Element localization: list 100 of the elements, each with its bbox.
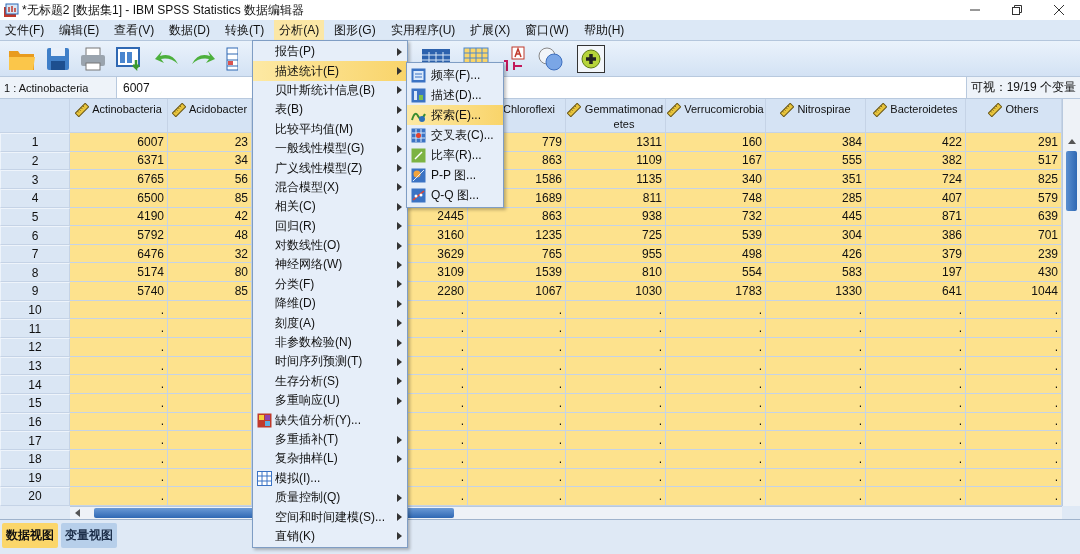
table-cell[interactable]: . xyxy=(566,431,666,450)
table-cell[interactable]: . xyxy=(766,487,866,506)
table-cell[interactable]: 304 xyxy=(766,226,866,245)
row-number[interactable]: 8 xyxy=(0,263,70,283)
table-cell[interactable]: 197 xyxy=(866,263,966,283)
table-cell[interactable]: 825 xyxy=(966,170,1062,189)
menu-item[interactable]: 降维(D) xyxy=(253,294,407,314)
row-number[interactable]: 9 xyxy=(0,282,70,301)
table-cell[interactable]: 583 xyxy=(766,263,866,283)
table-cell[interactable]: 5740 xyxy=(70,282,168,301)
menu-item[interactable]: 多重响应(U) xyxy=(253,391,407,411)
menu-item[interactable]: 刻度(A) xyxy=(253,313,407,333)
row-number[interactable]: 14 xyxy=(0,375,70,394)
row-number[interactable]: 20 xyxy=(0,487,70,506)
table-cell[interactable]: . xyxy=(70,375,168,394)
circles-icon[interactable] xyxy=(537,45,565,72)
print-icon[interactable] xyxy=(80,45,106,72)
table-cell[interactable]: . xyxy=(566,338,666,357)
table-cell[interactable]: 1311 xyxy=(566,133,666,152)
table-cell[interactable]: . xyxy=(966,487,1062,506)
column-header[interactable]: Others xyxy=(966,99,1062,133)
table-cell[interactable]: 85 xyxy=(168,282,252,301)
close-icon[interactable] xyxy=(1053,4,1065,16)
menu-item[interactable]: 数据(D) xyxy=(164,20,215,40)
table-cell[interactable]: 384 xyxy=(766,133,866,152)
table-cell[interactable]: 724 xyxy=(866,170,966,189)
row-number[interactable]: 17 xyxy=(0,431,70,450)
table-cell[interactable]: 386 xyxy=(866,226,966,245)
table-cell[interactable]: 48 xyxy=(168,226,252,245)
menu-item[interactable]: 比较平均值(M) xyxy=(253,119,407,139)
menu-item[interactable]: 生存分析(S) xyxy=(253,371,407,392)
table-cell[interactable]: 810 xyxy=(566,263,666,283)
menu-item[interactable]: 转换(T) xyxy=(220,20,270,40)
row-number[interactable]: 3 xyxy=(0,170,70,189)
table-cell[interactable]: 539 xyxy=(666,226,766,245)
table-cell[interactable]: 430 xyxy=(966,263,1062,283)
table-cell[interactable]: . xyxy=(468,487,566,506)
column-header[interactable]: Gemmatimonadetes xyxy=(566,99,666,133)
column-header[interactable]: Acidobacter xyxy=(168,99,252,133)
menu-item[interactable]: 扩展(X) xyxy=(465,20,516,40)
table-cell[interactable]: 422 xyxy=(866,133,966,152)
menu-item[interactable]: 相关(C) xyxy=(253,197,407,217)
table-cell[interactable]: 5174 xyxy=(70,263,168,283)
menu-item[interactable]: 分析(A) xyxy=(274,20,325,40)
table-cell[interactable]: . xyxy=(666,487,766,506)
menu-item[interactable]: 复杂抽样(L) xyxy=(253,449,407,469)
menu-item[interactable]: 描述统计(E) xyxy=(253,61,407,81)
table-cell[interactable]: . xyxy=(468,319,566,339)
add-button[interactable] xyxy=(577,44,605,73)
table-cell[interactable]: 1030 xyxy=(566,282,666,301)
menu-item[interactable]: 探索(E)... xyxy=(407,105,503,125)
menu-item[interactable]: 实用程序(U) xyxy=(385,20,461,40)
menu-item[interactable]: 分类(F) xyxy=(253,274,407,295)
row-number[interactable]: 12 xyxy=(0,338,70,357)
menu-item[interactable]: 对数线性(O) xyxy=(253,235,407,256)
table-cell[interactable] xyxy=(168,487,252,506)
table-cell[interactable]: 6765 xyxy=(70,170,168,189)
table-cell[interactable]: . xyxy=(866,375,966,394)
menu-item[interactable]: 非参数检验(N) xyxy=(253,332,407,353)
menu-item[interactable]: 编辑(E) xyxy=(54,20,105,40)
menu-item[interactable]: 直销(K) xyxy=(253,526,407,547)
column-header[interactable]: Verrucomicrobia xyxy=(666,99,766,133)
table-cell[interactable]: . xyxy=(566,375,666,394)
table-cell[interactable]: . xyxy=(70,319,168,339)
table-cell[interactable]: . xyxy=(966,375,1062,394)
menu-item[interactable]: 回归(R) xyxy=(253,216,407,236)
view-tab[interactable]: 变量视图 xyxy=(61,522,117,548)
table-cell[interactable]: . xyxy=(70,487,168,506)
table-cell[interactable]: 725 xyxy=(566,226,666,245)
row-number[interactable]: 11 xyxy=(0,319,70,339)
menu-item[interactable]: 混合模型(X) xyxy=(253,177,407,198)
table-cell[interactable]: . xyxy=(866,431,966,450)
table-cell[interactable]: 351 xyxy=(766,170,866,189)
scroll-left-icon[interactable] xyxy=(74,508,82,517)
table-cell[interactable]: . xyxy=(766,375,866,394)
table-cell[interactable]: 1067 xyxy=(468,282,566,301)
table-cell[interactable]: . xyxy=(966,431,1062,450)
table-cell[interactable]: 1235 xyxy=(468,226,566,245)
table-cell[interactable]: . xyxy=(766,431,866,450)
table-cell[interactable]: . xyxy=(766,319,866,339)
menu-item[interactable]: 广义线性模型(Z) xyxy=(253,158,407,178)
menu-item[interactable]: 多重插补(T) xyxy=(253,429,407,450)
table-cell[interactable]: . xyxy=(566,487,666,506)
table-cell[interactable]: 23 xyxy=(168,133,252,152)
table-cell[interactable]: . xyxy=(666,431,766,450)
menu-item[interactable]: 质量控制(Q) xyxy=(253,488,407,508)
cell-value-field[interactable]: 6007 xyxy=(117,77,251,98)
scroll-thumb[interactable] xyxy=(1066,151,1077,211)
table-cell[interactable]: 701 xyxy=(966,226,1062,245)
row-number[interactable]: 6 xyxy=(0,226,70,245)
menu-item[interactable]: 查看(V) xyxy=(109,20,160,40)
table-cell[interactable]: 554 xyxy=(666,263,766,283)
menu-item[interactable]: 文件(F) xyxy=(0,20,50,40)
table-cell[interactable] xyxy=(168,375,252,394)
table-cell[interactable]: . xyxy=(70,431,168,450)
menu-item[interactable]: 表(B) xyxy=(253,100,407,120)
menu-item[interactable]: 时间序列预测(T) xyxy=(253,352,407,372)
table-cell[interactable]: 1539 xyxy=(468,263,566,283)
table-cell[interactable]: . xyxy=(866,319,966,339)
menu-item[interactable]: 空间和时间建模(S)... xyxy=(253,507,407,527)
